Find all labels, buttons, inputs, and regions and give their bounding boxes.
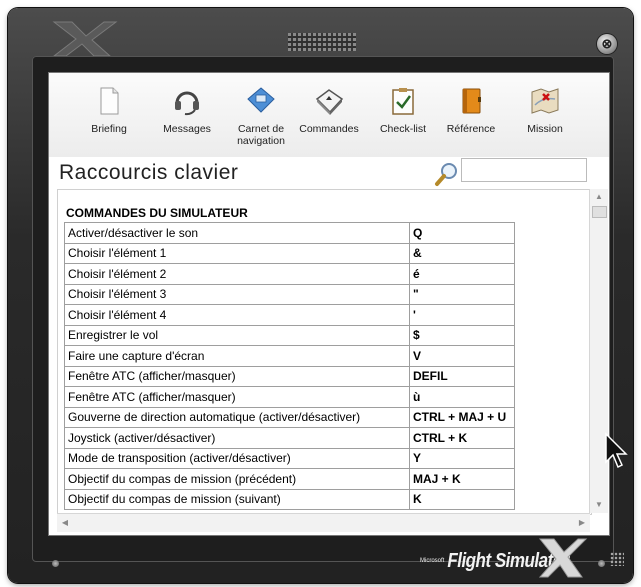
shortcut-key: V [409, 345, 515, 367]
shortcut-key: $ [409, 324, 515, 346]
table-row: Faire une capture d'écran V [64, 345, 515, 367]
scroll-right-icon[interactable]: ▶ [574, 514, 590, 532]
scrollbar-thumb[interactable] [592, 206, 607, 218]
shortcut-command: Joystick (activer/désactiver) [64, 427, 410, 449]
table-row: Choisir l'élément 1 & [64, 242, 515, 264]
shortcut-key: ' [409, 304, 515, 326]
shortcut-command: Choisir l'élément 4 [64, 304, 410, 326]
shortcut-command: Enregistrer le vol [64, 324, 410, 346]
search-input[interactable] [461, 158, 587, 182]
screw-decoration [52, 560, 59, 567]
table-row: Mode de transposition (activer/désactive… [64, 447, 515, 469]
shortcut-key: Y [409, 447, 515, 469]
scroll-up-icon[interactable]: ▲ [590, 189, 608, 205]
keyboard-icon [315, 89, 344, 115]
tab-reference[interactable]: Référence [435, 85, 507, 135]
shortcuts-content: COMMANDES DU SIMULATEUR Activer/désactiv… [57, 189, 592, 515]
tab-check-list[interactable]: Check-list [367, 85, 439, 135]
shortcut-command: Choisir l'élément 2 [64, 263, 410, 285]
shortcut-key: DEFIL [409, 365, 515, 387]
shortcut-command: Fenêtre ATC (afficher/masquer) [64, 365, 410, 387]
shortcut-command: Faire une capture d'écran [64, 345, 410, 367]
table-row: Joystick (activer/désactiver) CTRL + K [64, 427, 515, 449]
reference-book-icon [462, 88, 481, 114]
table-row: Choisir l'élément 2é [64, 263, 515, 285]
tab-mission[interactable]: Mission [509, 85, 581, 135]
page-title: Raccourcis clavier [59, 161, 239, 184]
shortcut-key: MAJ + K [409, 468, 515, 490]
tab-label: Mission [527, 123, 563, 135]
fsx-logo-top [52, 21, 118, 57]
table-row: Choisir l'élément 4 ' [64, 304, 515, 326]
shortcut-command: Fenêtre ATC (afficher/masquer) [64, 386, 410, 408]
shortcut-command: Gouverne de direction automatique (activ… [64, 406, 410, 428]
kneeboard-panel: Briefing Messages Carnet de navigation C… [48, 72, 610, 536]
brand-microsoft: Microsoft [420, 558, 445, 564]
shortcut-command: Choisir l'élément 3 [64, 283, 410, 305]
tab-label: Carnet de navigation [237, 123, 285, 147]
checklist-icon [392, 88, 414, 115]
tab-carnet-de-navigation[interactable]: Carnet de navigation [225, 85, 297, 147]
section-title: COMMANDES DU SIMULATEUR [66, 206, 248, 220]
shortcut-command: Choisir l'élément 1 [64, 242, 410, 264]
search-icon[interactable] [432, 160, 460, 188]
fsx-x-logo [538, 538, 588, 578]
shortcut-key: é [409, 263, 515, 285]
tab-label: Messages [163, 123, 211, 135]
table-row: Fenêtre ATC (afficher/masquer) DEFIL [64, 365, 515, 387]
table-row: Objectif du compas de mission (suivant) K [64, 488, 515, 510]
shortcut-key: CTRL + K [409, 427, 515, 449]
scroll-left-icon[interactable]: ◀ [57, 514, 73, 532]
table-row: Choisir l'élément 3 " [64, 283, 515, 305]
shortcut-key: CTRL + MAJ + U [409, 406, 515, 428]
tab-messages[interactable]: Messages [151, 85, 223, 135]
scroll-down-icon[interactable]: ▼ [590, 497, 608, 513]
table-row: Gouverne de direction automatique (activ… [64, 406, 515, 428]
window-drag-handle[interactable] [288, 33, 356, 51]
kneeboard-toolbar: Briefing Messages Carnet de navigation C… [49, 73, 609, 157]
shortcuts-table: Activer/désactiver le son Q Choisir l'élém… [64, 222, 515, 510]
table-row: Enregistrer le vol $ [64, 324, 515, 346]
shortcut-command: Activer/désactiver le son [64, 222, 410, 244]
horizontal-scrollbar[interactable]: ◀ ▶ [57, 513, 590, 532]
table-row: Objectif du compas de mission (précédent… [64, 468, 515, 490]
close-icon: ⊗ [601, 36, 613, 51]
shortcut-key: Q [409, 222, 515, 244]
tab-label: Check-list [379, 123, 427, 135]
shortcut-command: Objectif du compas de mission (suivant) [64, 488, 410, 510]
shortcut-command: Mode de transposition (activer/désactive… [64, 447, 410, 469]
headset-icon [175, 91, 199, 116]
mission-map-icon [531, 88, 559, 114]
table-row: Activer/désactiver le son Q [64, 222, 515, 244]
tab-label: Commandes [299, 123, 359, 135]
table-row: Fenêtre ATC (afficher/masquer) ù [64, 386, 515, 408]
shortcut-command: Objectif du compas de mission (précédent… [64, 468, 410, 490]
shortcut-key: & [409, 242, 515, 264]
document-icon [100, 87, 119, 115]
tab-briefing[interactable]: Briefing [73, 85, 145, 135]
shortcut-key: K [409, 488, 515, 510]
tab-label: Briefing [91, 123, 127, 135]
shortcut-key: " [409, 283, 515, 305]
mouse-cursor-icon [605, 432, 628, 469]
logbook-icon [247, 87, 275, 113]
resize-grip[interactable] [610, 552, 624, 566]
shortcut-key: ù [409, 386, 515, 408]
close-button[interactable]: ⊗ [597, 34, 617, 54]
tab-label: Référence [446, 123, 496, 135]
tab-commandes[interactable]: Commandes [293, 85, 365, 135]
screw-decoration [598, 560, 605, 567]
